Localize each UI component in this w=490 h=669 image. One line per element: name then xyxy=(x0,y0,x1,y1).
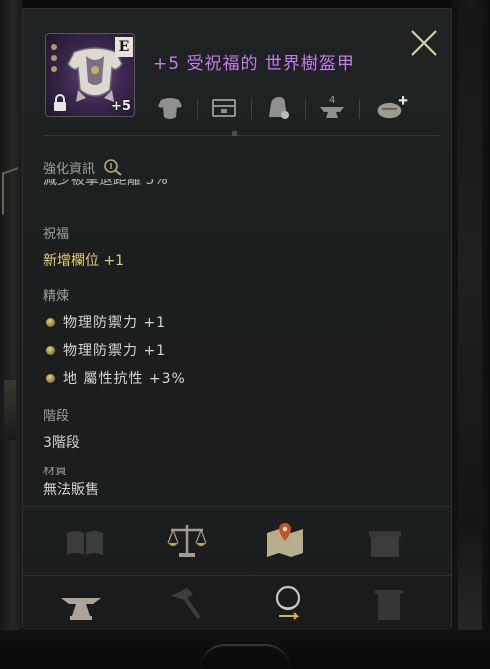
item-icon-frame[interactable]: E +5 xyxy=(45,33,135,117)
book-icon[interactable] xyxy=(63,523,107,563)
hammer-icon[interactable] xyxy=(163,584,207,624)
blessing-label: 祝福 xyxy=(43,227,70,242)
enhance-info-value: 減少被擊退距離 5% xyxy=(43,179,168,188)
anvil-icon[interactable]: 4 xyxy=(315,91,349,125)
refine-item: 物理防禦力 +1 xyxy=(43,340,186,360)
item-tooltip-panel: E +5 +5 受祝福的 世界樹盔甲 4 強化資訊 減少被擊退距離 5% 祝福 … xyxy=(22,8,452,630)
scales-icon[interactable] xyxy=(165,521,209,561)
header-divider xyxy=(43,135,439,136)
trash-icon[interactable] xyxy=(367,584,411,624)
item-details: 強化資訊 減少被擊退距離 5% 祝福 新增欄位 +1 精煉 物理防禦力 +1 物… xyxy=(43,149,439,499)
close-icon[interactable] xyxy=(408,27,440,59)
box-icon[interactable] xyxy=(363,523,407,563)
map-pin-icon[interactable] xyxy=(263,519,307,559)
refine-gem-icon xyxy=(46,317,55,327)
grade-badge: E xyxy=(115,37,133,57)
background-left-edge xyxy=(0,0,22,667)
refine-item: 地 屬性抗性 +3% xyxy=(43,368,186,388)
refine-item: 物理防禦力 +1 xyxy=(43,312,186,332)
blessing-value: 新增欄位 +1 xyxy=(43,253,125,269)
background-right-edge xyxy=(452,0,490,667)
refine-label: 精煉 xyxy=(43,289,70,304)
action-bar-top xyxy=(23,506,451,579)
magnifier-icon[interactable] xyxy=(267,582,311,622)
refine-section: 精煉 物理防禦力 +1 物理防禦力 +1 地 屬性抗性 +3% xyxy=(43,285,186,388)
bag-icon[interactable] xyxy=(261,91,295,125)
scroll-marker xyxy=(232,131,237,136)
chest-icon[interactable] xyxy=(207,91,241,125)
anvil-icon[interactable] xyxy=(59,584,103,624)
add-item-icon[interactable] xyxy=(375,91,409,125)
tier-section: 階段 3階段 xyxy=(43,405,80,452)
armor-icon[interactable] xyxy=(153,91,187,125)
enhance-info-header: 強化資訊 xyxy=(43,157,123,177)
enhance-tab-number: 4 xyxy=(329,95,335,106)
frame-ornament xyxy=(2,167,18,215)
action-bar-bottom xyxy=(23,575,451,630)
material-label: 材質 xyxy=(43,467,68,475)
blessing-section: 祝福 新增欄位 +1 xyxy=(43,223,124,270)
sale-status: 無法販售 xyxy=(43,482,99,498)
lock-icon xyxy=(54,94,66,111)
tier-value: 3階段 xyxy=(43,435,80,451)
refine-gem-icon xyxy=(46,373,55,383)
item-header: E +5 +5 受祝福的 世界樹盔甲 4 xyxy=(23,9,451,134)
header-tab-bar: 4 xyxy=(153,91,443,125)
item-title: +5 受祝福的 世界樹盔甲 xyxy=(153,54,355,74)
enhance-info-label: 強化資訊 xyxy=(43,161,96,177)
background-bottom-edge xyxy=(0,630,490,667)
socket-dots xyxy=(51,44,57,77)
tier-label: 階段 xyxy=(43,409,70,424)
info-search-icon[interactable] xyxy=(103,158,123,176)
enhance-level: +5 xyxy=(111,99,131,114)
frame-ornament xyxy=(4,380,16,440)
refine-gem-icon xyxy=(46,345,55,355)
